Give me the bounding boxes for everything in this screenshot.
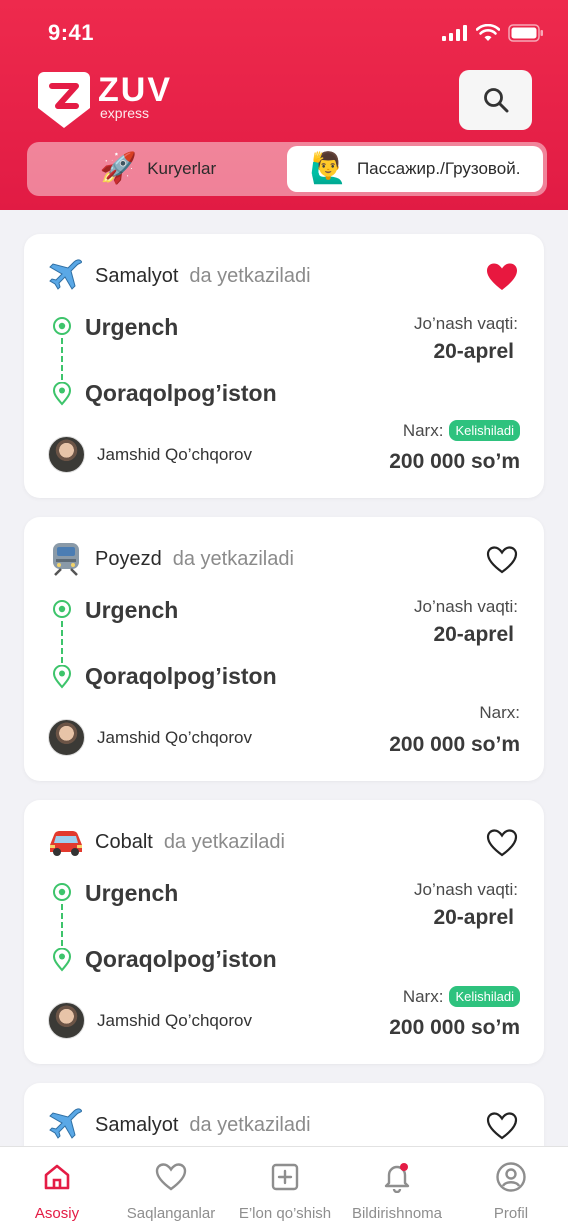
toggle-passenger-cargo[interactable]: 🙋‍♂️ Пассажир./Грузовой. — [287, 146, 543, 192]
departure-date: 20-aprel — [433, 340, 514, 363]
search-icon — [483, 88, 508, 113]
avatar — [48, 1002, 85, 1039]
departure-label: Jo’nash vaqti: — [414, 880, 518, 899]
price-row: Narx: Kelishiladi — [403, 420, 520, 441]
toggle-couriers-label: Kuryerlar — [147, 159, 217, 178]
listing-card[interactable]: Cobalt da yetkaziladi Urgench Qoraqolpog… — [24, 800, 544, 1064]
nav-saved-label: Saqlanganlar — [126, 1205, 216, 1222]
transport-suffix: da yetkaziladi — [172, 547, 294, 570]
signal-icon — [442, 25, 467, 41]
price-value: 200 000 so’m — [389, 450, 520, 473]
user-name: Jamshid Qo’chqorov — [97, 444, 252, 464]
origin-icon — [53, 883, 71, 901]
destination-city: Qoraqolpog’iston — [85, 946, 277, 972]
listing-card[interactable]: Poyezd da yetkaziladi Urgench Qoraqolpog… — [24, 517, 544, 781]
nav-profile-label: Profil — [493, 1205, 529, 1222]
user-circle-icon — [496, 1162, 526, 1192]
origin-city: Urgench — [85, 314, 179, 340]
train-icon — [46, 539, 86, 579]
price-value: 200 000 so’m — [389, 1016, 520, 1039]
destination-pin-icon — [52, 665, 72, 689]
heart-outline-icon[interactable] — [486, 545, 518, 575]
user-name: Jamshid Qo’chqorov — [97, 727, 252, 747]
route-line — [61, 338, 63, 380]
price-row: Narx: Kelishiladi — [403, 986, 520, 1007]
nav-home-label: Asosiy — [34, 1205, 80, 1222]
departure-label: Jo’nash vaqti: — [414, 597, 518, 616]
price-label: Narx: — [402, 420, 444, 440]
transport-suffix: da yetkaziladi — [189, 1113, 311, 1136]
transport-name: Cobalt — [95, 830, 153, 853]
status-icons — [442, 24, 544, 42]
app-header: 9:41 ZUV e — [0, 0, 568, 210]
nav-add-listing[interactable]: E’lon qo’shish — [228, 1161, 342, 1222]
wifi-icon — [476, 24, 500, 41]
destination-city: Qoraqolpog’iston — [85, 380, 277, 406]
airplane-icon — [46, 256, 86, 296]
mode-toggle: 🚀 Kuryerlar 🙋‍♂️ Пассажир./Грузовой. — [27, 142, 547, 196]
user-name: Jamshid Qo’chqorov — [97, 1010, 252, 1030]
status-time: 9:41 — [48, 20, 95, 45]
home-icon — [44, 1164, 70, 1190]
battery-icon — [508, 24, 543, 42]
listing-user: Jamshid Qo’chqorov — [48, 436, 252, 473]
origin-city: Urgench — [85, 597, 179, 623]
negotiable-badge: Kelishiladi — [449, 420, 520, 441]
listing-card[interactable]: Samalyot da yetkaziladi Urgench Qoraqolp… — [24, 234, 544, 498]
nav-notifications[interactable]: Bildirishnoma — [340, 1161, 454, 1222]
origin-icon — [53, 317, 71, 335]
brand-tagline: express — [100, 105, 150, 121]
brand-name: ZUV — [98, 71, 172, 109]
transport-name: Samalyot — [95, 264, 179, 287]
price-label: Narx: — [402, 986, 444, 1006]
destination-city: Qoraqolpog’iston — [85, 663, 277, 689]
transport-name: Poyezd — [95, 547, 162, 570]
person-raising-hand-icon: 🙋‍♂️ — [309, 151, 347, 186]
plus-square-icon — [271, 1163, 299, 1191]
origin-icon — [53, 600, 71, 618]
price-label: Narx: — [479, 703, 520, 722]
destination-pin-icon — [52, 948, 72, 972]
heart-outline-icon[interactable] — [486, 828, 518, 858]
car-icon — [46, 822, 86, 862]
route-line — [61, 621, 63, 663]
listing-user: Jamshid Qo’chqorov — [48, 719, 252, 756]
transport-suffix: da yetkaziladi — [163, 830, 285, 853]
listing-user: Jamshid Qo’chqorov — [48, 1002, 252, 1039]
price-row: Narx: — [479, 703, 520, 723]
zuv-logo-icon — [38, 72, 90, 128]
heart-filled-icon[interactable] — [486, 262, 518, 292]
toggle-couriers[interactable]: 🚀 Kuryerlar — [31, 146, 285, 192]
departure-date: 20-aprel — [433, 906, 514, 929]
heart-outline-icon[interactable] — [486, 1111, 518, 1141]
bell-icon — [384, 1163, 410, 1193]
negotiable-badge: Kelishiladi — [449, 986, 520, 1007]
departure-label: Jo’nash vaqti: — [414, 314, 518, 333]
nav-add-label: E’lon qo’shish — [238, 1205, 332, 1222]
avatar — [48, 436, 85, 473]
destination-pin-icon — [52, 382, 72, 406]
bottom-nav: Asosiy Saqlanganlar E’lon qo’shish Bildi… — [0, 1146, 568, 1230]
origin-city: Urgench — [85, 880, 179, 906]
brand-logo: ZUV express — [36, 68, 172, 130]
nav-notifications-label: Bildirishnoma — [351, 1205, 443, 1222]
nav-profile[interactable]: Profil — [454, 1161, 568, 1222]
transport-suffix: da yetkaziladi — [189, 264, 311, 287]
rocket-icon: 🚀 — [99, 151, 138, 186]
heart-icon — [155, 1163, 187, 1191]
status-bar: 9:41 — [0, 0, 568, 64]
route-line — [61, 904, 63, 946]
price-value: 200 000 so’m — [389, 733, 520, 756]
departure-date: 20-aprel — [433, 623, 514, 646]
nav-saved[interactable]: Saqlanganlar — [114, 1161, 228, 1222]
search-button[interactable] — [459, 70, 532, 130]
toggle-passenger-label: Пассажир./Грузовой. — [356, 159, 521, 178]
avatar — [48, 719, 85, 756]
transport-name: Samalyot — [95, 1113, 179, 1136]
airplane-icon — [46, 1105, 86, 1145]
nav-home[interactable]: Asosiy — [0, 1161, 114, 1222]
